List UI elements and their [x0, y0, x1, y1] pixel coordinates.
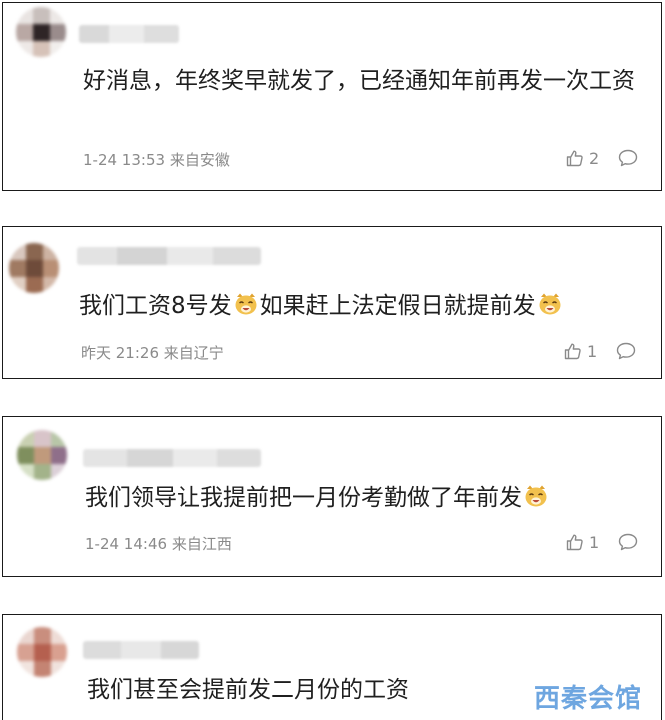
thumbs-up-icon[interactable] [563, 341, 583, 361]
thumbs-up-icon[interactable] [565, 148, 585, 168]
comment-card: 我们领导让我提前把一月份考勤做了年前发 1-24 14:46 来自江西 1 [2, 416, 662, 577]
laughing-dog-emoji-icon [523, 484, 549, 508]
comment-bubble-icon[interactable] [617, 148, 639, 168]
avatar[interactable] [17, 430, 67, 480]
avatar[interactable] [16, 7, 66, 57]
avatar[interactable] [9, 243, 59, 293]
username-blurred[interactable] [83, 449, 261, 467]
username-blurred[interactable] [77, 247, 261, 265]
watermark-logo: 西秦会馆 [534, 684, 643, 714]
avatar[interactable] [17, 627, 67, 677]
comment-time: 昨天 21:26 [81, 344, 159, 362]
comment-bubble-icon[interactable] [615, 341, 637, 361]
comment-text-part1: 我们工资8号发 [79, 293, 232, 319]
comment-text-part2: 如果赶上法定假日就提前发 [259, 293, 536, 319]
comment-actions: 1 [563, 341, 637, 361]
comment-meta: 1-24 13:53 来自安徽 [83, 149, 230, 170]
like-count: 1 [589, 532, 600, 552]
comment-text: 好消息，年终奖早就发了，已经通知年前再发一次工资 [83, 68, 635, 94]
laughing-dog-emoji-icon [537, 292, 563, 316]
username-blurred[interactable] [83, 641, 199, 659]
comment-location: 来自辽宁 [163, 344, 224, 362]
comment-meta: 1-24 14:46 来自江西 [85, 533, 232, 554]
comment-meta: 昨天 21:26 来自辽宁 [81, 342, 224, 363]
comment-location: 来自安徽 [169, 151, 230, 169]
comment-text: 我们甚至会提前发二月份的工资 [87, 677, 409, 703]
like-count: 1 [587, 341, 598, 361]
username-blurred[interactable] [79, 25, 179, 43]
comment-text: 我们工资8号发 如果赶上法定假日就提前发 [79, 287, 564, 325]
comment-time: 1-24 13:53 [83, 151, 166, 169]
comment-actions: 2 [565, 148, 639, 168]
comment-card: 我们工资8号发 如果赶上法定假日就提前发 昨天 21:26 来自辽宁 1 [2, 226, 662, 379]
comment-bubble-icon[interactable] [617, 532, 639, 552]
comment-time: 1-24 14:46 [85, 535, 168, 553]
comment-actions: 1 [565, 532, 639, 552]
laughing-dog-emoji-icon [233, 292, 259, 316]
thumbs-up-icon[interactable] [565, 532, 585, 552]
comment-card: 好消息，年终奖早就发了，已经通知年前再发一次工资 1-24 13:53 来自安徽… [2, 2, 662, 191]
comment-text: 我们领导让我提前把一月份考勤做了年前发 [85, 479, 550, 517]
comment-location: 来自江西 [171, 535, 232, 553]
comment-text-body: 我们领导让我提前把一月份考勤做了年前发 [85, 485, 522, 511]
like-count: 2 [589, 148, 600, 168]
